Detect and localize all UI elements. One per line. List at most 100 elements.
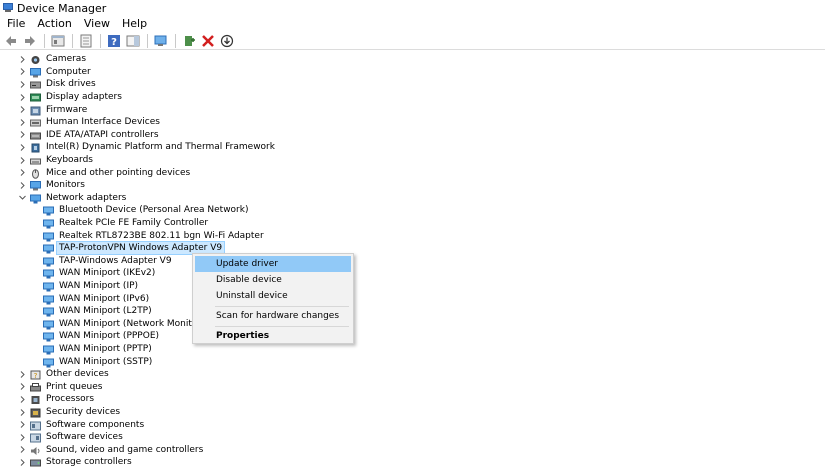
context-menu-uninstall-device[interactable]: Uninstall device (195, 288, 351, 304)
tree-device[interactable]: WAN Miniport (IPv6) (43, 292, 151, 305)
tree-item-label: TAP-Windows Adapter V9 (59, 255, 172, 266)
network-adapter-icon (43, 243, 54, 254)
network-adapter-icon (43, 231, 54, 242)
help-icon[interactable]: ? (106, 33, 122, 49)
tree-item-label: Other devices (46, 369, 109, 380)
security-icon (30, 407, 41, 418)
tree-device[interactable]: WAN Miniport (SSTP) (43, 355, 154, 368)
tree-item-label: Realtek RTL8723BE 802.11 bgn Wi-Fi Adapt… (59, 230, 264, 241)
tree-item-label: Computer (46, 66, 91, 77)
tree-device[interactable]: Realtek RTL8723BE 802.11 bgn Wi-Fi Adapt… (43, 229, 266, 242)
tree-category[interactable]: ? Other devices (20, 368, 111, 381)
network-icon (30, 193, 41, 204)
show-hidden-icon[interactable] (78, 33, 94, 49)
chevron-down-icon[interactable] (18, 194, 26, 202)
properties-icon[interactable] (50, 33, 66, 49)
network-adapter-icon (43, 256, 54, 267)
tree-category[interactable]: Software devices (20, 431, 125, 444)
chevron-right-icon[interactable] (18, 118, 26, 126)
tree-item-label: IDE ATA/ATAPI controllers (46, 129, 159, 140)
monitor-icon (30, 180, 41, 191)
toolbar-separator (175, 33, 176, 48)
tree-category[interactable]: Monitors (20, 179, 87, 192)
tree-category[interactable]: Storage controllers (20, 456, 134, 469)
chevron-right-icon[interactable] (18, 395, 26, 403)
download-icon[interactable] (219, 33, 235, 49)
context-menu-disable-device[interactable]: Disable device (195, 272, 351, 288)
tree-category[interactable]: Firmware (20, 103, 89, 116)
tree-category[interactable]: Display adapters (20, 91, 124, 104)
context-menu-properties[interactable]: Properties (195, 328, 351, 344)
chevron-right-icon[interactable] (18, 458, 26, 466)
tree-category[interactable]: IDE ATA/ATAPI controllers (20, 129, 161, 142)
chevron-right-icon[interactable] (18, 421, 26, 429)
tree-category[interactable]: Security devices (20, 406, 122, 419)
chevron-right-icon[interactable] (18, 370, 26, 378)
mouse-icon (30, 168, 41, 179)
tree-category[interactable]: Mice and other pointing devices (20, 166, 192, 179)
tree-item-label: Bluetooth Device (Personal Area Network) (59, 205, 249, 216)
tree-category[interactable]: Human Interface Devices (20, 116, 162, 129)
action-pane-icon[interactable] (125, 33, 141, 49)
context-menu-separator (215, 326, 349, 327)
chip-icon (30, 142, 41, 153)
tree-device[interactable]: WAN Miniport (Network Monitor) (43, 318, 207, 331)
menu-file[interactable]: File (0, 17, 30, 31)
tree-category[interactable]: Sound, video and game controllers (20, 444, 205, 457)
tree-item-label: Software devices (46, 432, 123, 443)
uninstall-icon[interactable] (200, 33, 216, 49)
chevron-right-icon[interactable] (18, 408, 26, 416)
device-manager-icon (2, 3, 14, 13)
tree-device[interactable]: Realtek PCIe FE Family Controller (43, 217, 210, 230)
tree-item-label: Sound, video and game controllers (46, 444, 204, 455)
tree-category[interactable]: Keyboards (20, 154, 95, 167)
menu-action[interactable]: Action (30, 17, 76, 31)
tree-item-label: Storage controllers (46, 457, 132, 468)
tree-category[interactable]: Disk drives (20, 78, 98, 91)
tree-category[interactable]: Intel(R) Dynamic Platform and Thermal Fr… (20, 141, 277, 154)
toolbar-separator (147, 33, 148, 48)
chevron-right-icon[interactable] (18, 55, 26, 63)
software-component-icon (30, 420, 41, 431)
forward-icon[interactable] (22, 33, 38, 49)
tree-category[interactable]: Computer (20, 66, 93, 79)
chevron-right-icon[interactable] (18, 93, 26, 101)
chevron-right-icon[interactable] (18, 68, 26, 76)
context-menu-scan-for-hardware-changes[interactable]: Scan for hardware changes (195, 308, 351, 324)
tree-device[interactable]: WAN Miniport (IKEv2) (43, 267, 157, 280)
scan-hardware-icon[interactable] (153, 33, 169, 49)
tree-item-label: Disk drives (46, 79, 96, 90)
tree-category[interactable]: Cameras (20, 53, 88, 66)
tree-device[interactable]: WAN Miniport (PPTP) (43, 343, 154, 356)
tree-device[interactable]: WAN Miniport (PPPOE) (43, 330, 161, 343)
chevron-right-icon[interactable] (18, 383, 26, 391)
tree-item-label: WAN Miniport (Network Monitor) (59, 318, 205, 329)
chevron-right-icon[interactable] (18, 156, 26, 164)
tree-device[interactable]: Bluetooth Device (Personal Area Network) (43, 204, 250, 217)
chevron-right-icon[interactable] (18, 169, 26, 177)
tree-category[interactable]: Network adapters (18, 192, 128, 205)
back-icon[interactable] (3, 33, 19, 49)
chevron-right-icon[interactable] (18, 143, 26, 151)
tree-item-label: WAN Miniport (IKEv2) (59, 268, 156, 279)
menu-view[interactable]: View (77, 17, 115, 31)
tree-item-label: Mice and other pointing devices (46, 167, 191, 178)
chevron-right-icon[interactable] (18, 446, 26, 454)
chevron-right-icon[interactable] (18, 131, 26, 139)
chevron-right-icon[interactable] (18, 80, 26, 88)
context-menu-separator (215, 306, 349, 307)
tree-category[interactable]: Print queues (20, 381, 104, 394)
tree-device[interactable]: TAP-Windows Adapter V9 (43, 255, 174, 268)
tree-device[interactable]: WAN Miniport (L2TP) (43, 305, 154, 318)
tree-item-label: Cameras (46, 54, 87, 65)
context-menu-update-driver[interactable]: Update driver (195, 256, 351, 272)
add-driver-icon[interactable] (181, 33, 197, 49)
tree-device[interactable]: WAN Miniport (IP) (43, 280, 140, 293)
chevron-right-icon[interactable] (18, 106, 26, 114)
menu-help[interactable]: Help (115, 17, 152, 31)
chevron-right-icon[interactable] (18, 181, 26, 189)
tree-category[interactable]: Processors (20, 393, 96, 406)
chevron-right-icon[interactable] (18, 433, 26, 441)
tree-item-label: Processors (46, 394, 95, 405)
tree-category[interactable]: Software components (20, 418, 146, 431)
